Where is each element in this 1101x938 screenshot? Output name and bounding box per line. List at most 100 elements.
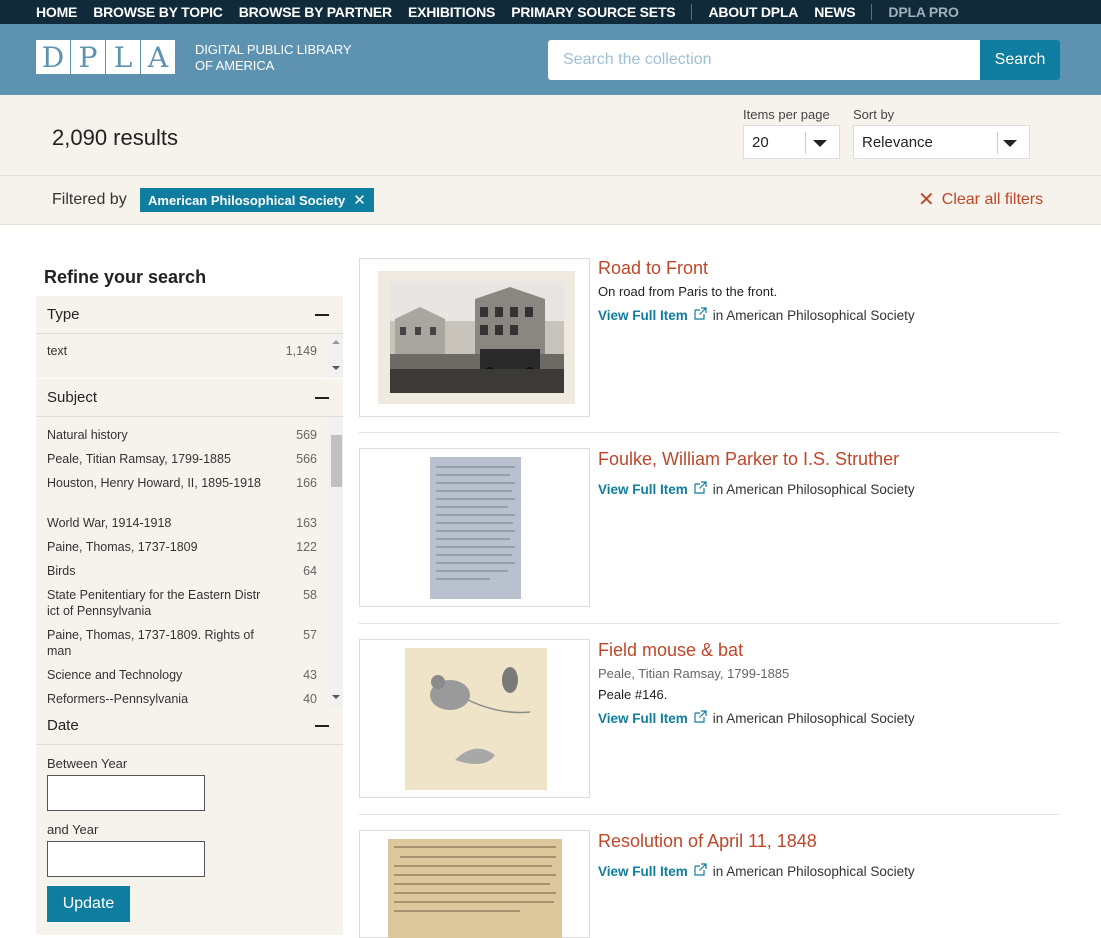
result-title[interactable]: Field mouse & bat — [598, 640, 743, 661]
scroll-down-icon[interactable] — [332, 695, 340, 699]
sort-by-select[interactable]: Relevance — [853, 125, 1030, 159]
results-count: 2,090 results — [52, 125, 178, 150]
between-year-label: Between Year — [47, 756, 128, 771]
logo-letter-p: P — [71, 40, 105, 74]
nav-browse-by-topic[interactable]: BROWSE BY TOPIC — [93, 4, 223, 20]
external-link-icon[interactable] — [694, 481, 707, 497]
view-full-item-link[interactable]: View Full Item — [598, 482, 688, 497]
between-year-input[interactable] — [47, 775, 205, 811]
select-divider — [805, 132, 806, 154]
active-filter-label: American Philosophical Society — [148, 192, 346, 208]
close-icon: ✕ — [918, 189, 935, 211]
result-title[interactable]: Road to Front — [598, 258, 708, 279]
search-button[interactable]: Search — [980, 40, 1060, 80]
facet-item-count: 58 — [303, 588, 317, 602]
result-partner: in American Philosophical Society — [712, 863, 915, 879]
site-header: D P L A DIGITAL PUBLIC LIBRARY OF AMERIC… — [0, 24, 1101, 95]
logo-letter-d: D — [36, 40, 70, 74]
clear-all-filters-link[interactable]: ✕ Clear all filters — [918, 189, 1043, 211]
nav-dpla-pro[interactable]: DPLA PRO — [888, 4, 958, 20]
manuscript-thumbnail-image — [430, 457, 521, 599]
view-full-item-link[interactable]: View Full Item — [598, 864, 688, 879]
result-description: On road from Paris to the front. — [598, 284, 778, 299]
facet-item-count: 166 — [296, 476, 317, 490]
nav-browse-by-partner[interactable]: BROWSE BY PARTNER — [239, 4, 392, 20]
external-link-icon[interactable] — [694, 863, 707, 879]
nav-separator — [691, 4, 693, 20]
external-link-icon[interactable] — [694, 710, 707, 726]
facet-item-name: Houston, Henry Howard, II, 1895-1918 — [47, 476, 262, 490]
nav-home[interactable]: HOME — [36, 4, 77, 20]
scroll-up-icon[interactable] — [332, 340, 340, 344]
search-input[interactable] — [548, 40, 980, 80]
filtered-by-label: Filtered by — [52, 191, 127, 208]
facet-label: Date — [47, 717, 79, 734]
collapse-icon[interactable] — [315, 725, 329, 727]
facet-header-date[interactable]: Date — [36, 707, 343, 745]
handwritten-document-thumbnail-image — [388, 839, 562, 938]
dpla-logo[interactable]: D P L A — [36, 40, 176, 74]
nav-exhibitions[interactable]: EXHIBITIONS — [408, 4, 495, 20]
result-thumbnail[interactable] — [359, 258, 590, 417]
filter-bar: Filtered by American Philosophical Socie… — [0, 175, 1101, 225]
scroll-down-icon[interactable] — [332, 366, 340, 370]
facet-item-name: Paine, Thomas, 1737-1809. Rights of man — [47, 628, 254, 658]
view-full-item-link[interactable]: View Full Item — [598, 308, 688, 323]
facet-item-name: World War, 1914-1918 — [47, 516, 172, 530]
result-partner: in American Philosophical Society — [712, 307, 915, 323]
facet-item-count: 1,149 — [285, 344, 317, 358]
scroll-thumb[interactable] — [331, 435, 342, 487]
result-thumbnail[interactable] — [359, 830, 590, 938]
nav-primary-source-sets[interactable]: PRIMARY SOURCE SETS — [511, 4, 675, 20]
scrollbar[interactable] — [329, 417, 343, 707]
result-link-row: View Full Item in American Philosophical… — [598, 710, 915, 726]
facet-item-name: text — [47, 344, 68, 358]
result-title[interactable]: Resolution of April 11, 1848 — [598, 831, 817, 852]
facet-item-count: 40 — [303, 692, 317, 706]
facet-item-name: Reformers--Pennsylvania — [47, 692, 189, 706]
result-divider — [359, 814, 1060, 815]
facet-item-name: State Penitentiary for the Eastern Distr… — [47, 588, 261, 618]
nav-news[interactable]: NEWS — [814, 4, 855, 20]
nav-separator — [871, 4, 873, 20]
result-partner: in American Philosophical Society — [712, 481, 915, 497]
logo-text: DIGITAL PUBLIC LIBRARY OF AMERICA — [195, 42, 352, 74]
facet-item-name: Peale, Titian Ramsay, 1799-1885 — [47, 452, 231, 466]
facet-item-count: 566 — [296, 452, 317, 466]
collapse-icon[interactable] — [315, 397, 329, 399]
close-icon[interactable]: ✕ — [353, 191, 366, 209]
facet-item-name: Natural history — [47, 428, 128, 442]
items-per-page-label: Items per page — [743, 107, 830, 122]
facet-item-name: Science and Technology — [47, 668, 183, 682]
logo-text-line2: OF AMERICA — [195, 58, 275, 73]
items-per-page-select[interactable]: 20 — [743, 125, 840, 159]
refine-search-title: Refine your search — [44, 267, 207, 287]
update-button[interactable]: Update — [47, 886, 130, 922]
and-year-input[interactable] — [47, 841, 205, 877]
drawing-thumbnail-image — [405, 648, 547, 790]
facet-item-count: 64 — [303, 564, 317, 578]
scrollbar[interactable] — [329, 334, 343, 378]
facet-item-count: 57 — [303, 628, 317, 642]
active-filter-chip[interactable]: American Philosophical Society ✕ — [140, 188, 374, 212]
logo-letter-a: A — [141, 40, 175, 74]
facet-item-name: Birds — [47, 564, 76, 578]
sort-by-label: Sort by — [853, 107, 895, 122]
nav-about-dpla[interactable]: ABOUT DPLA — [708, 4, 798, 20]
result-thumbnail[interactable] — [359, 639, 590, 798]
facet-item-count: 163 — [296, 516, 317, 530]
facet-header-type[interactable]: Type — [36, 296, 343, 334]
collapse-icon[interactable] — [315, 314, 329, 316]
chevron-down-icon — [813, 140, 827, 147]
result-link-row: View Full Item in American Philosophical… — [598, 307, 915, 323]
facet-body-subject: Natural history 569 Peale, Titian Ramsay… — [36, 417, 343, 707]
photo-thumbnail-image — [378, 271, 575, 404]
result-thumbnail[interactable] — [359, 448, 590, 607]
view-full-item-link[interactable]: View Full Item — [598, 711, 688, 726]
result-divider — [359, 432, 1060, 433]
facet-header-subject[interactable]: Subject — [36, 379, 343, 417]
result-title[interactable]: Foulke, William Parker to I.S. Struther — [598, 449, 899, 470]
external-link-icon[interactable] — [694, 307, 707, 323]
and-year-label: and Year — [47, 822, 99, 837]
logo-letter-l: L — [106, 40, 140, 74]
